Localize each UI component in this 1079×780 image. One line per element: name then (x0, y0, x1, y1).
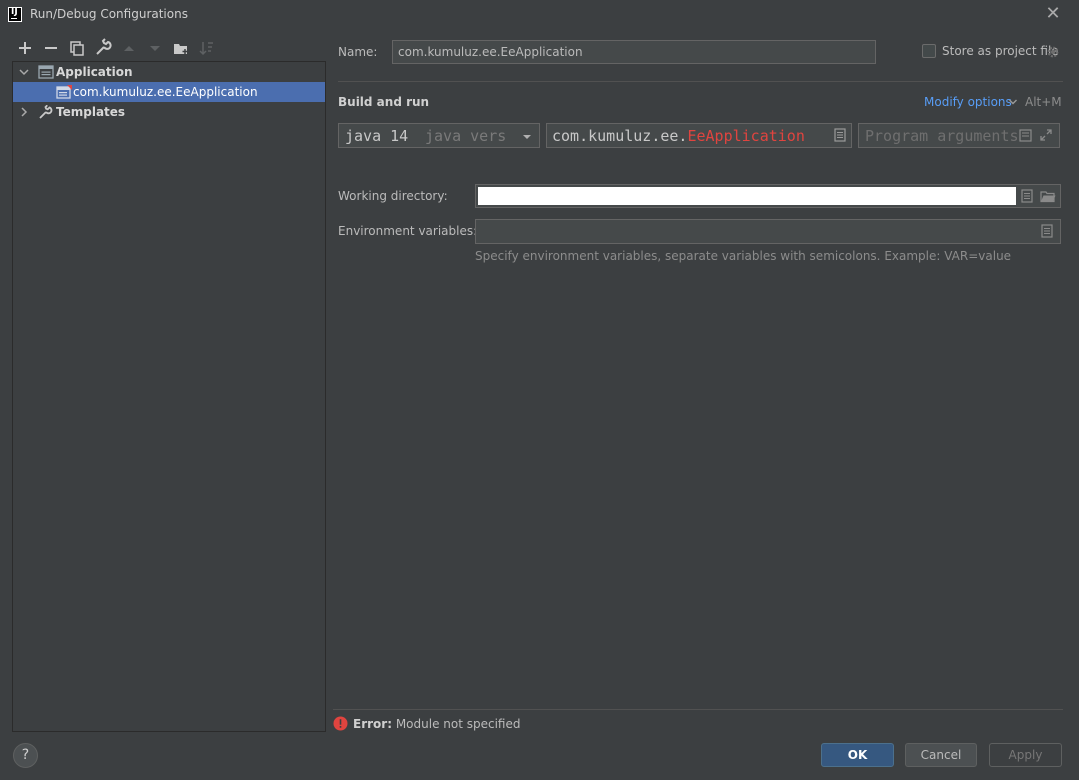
close-icon[interactable]: ✕ (1044, 4, 1062, 24)
intellij-app-icon: IJ (8, 7, 22, 22)
copy-icon[interactable] (67, 38, 87, 58)
browse-class-icon[interactable] (834, 128, 846, 142)
store-as-project-file-label[interactable]: Store as project file (942, 44, 1059, 58)
tree-item-templates-label: Templates (56, 105, 126, 119)
apply-button[interactable]: Apply (989, 743, 1062, 767)
add-icon[interactable] (15, 38, 35, 58)
environment-variables-label: Environment variables: (338, 224, 478, 238)
jre-combobox[interactable]: java 14 java vers (338, 123, 540, 148)
insert-macro-icon[interactable] (1021, 189, 1033, 203)
main-class-value: com.kumuluz.ee.EeApplication (552, 127, 832, 145)
error-prefix: Error: (353, 717, 392, 731)
working-directory-input[interactable] (478, 187, 1016, 205)
tree-item-application[interactable]: Application (13, 62, 325, 82)
error-status: Error: Module not specified (353, 717, 521, 731)
working-directory-label: Working directory: (338, 189, 448, 203)
wrench-icon[interactable] (93, 38, 113, 58)
name-label: Name: (338, 45, 378, 59)
tree-item-config-label: com.kumuluz.ee.EeApplication (73, 85, 258, 99)
sort-icon[interactable] (197, 38, 217, 58)
separator (333, 709, 1063, 710)
title-bar: IJ Run/Debug Configurations ✕ (0, 0, 1079, 30)
name-input-value: com.kumuluz.ee.EeApplication (398, 45, 583, 59)
folder-icon[interactable] (1040, 190, 1056, 203)
wrench-icon (38, 104, 54, 119)
chevron-down-icon[interactable] (18, 62, 30, 82)
edit-environment-variables-icon[interactable] (1041, 224, 1053, 238)
move-up-icon[interactable] (119, 38, 139, 58)
program-arguments-input[interactable]: Program arguments (858, 123, 1060, 148)
gear-icon[interactable] (1046, 45, 1060, 59)
jre-hint: java vers (425, 127, 507, 145)
move-down-icon[interactable] (145, 38, 165, 58)
working-directory-field (475, 184, 1061, 208)
help-button[interactable]: ? (13, 743, 38, 768)
insert-macro-icon[interactable] (1019, 128, 1033, 142)
main-class-package: com.kumuluz.ee. (552, 127, 688, 145)
build-and-run-title: Build and run (338, 95, 430, 109)
chevron-down-icon[interactable] (1008, 96, 1018, 108)
store-as-project-file-checkbox[interactable] (922, 44, 936, 58)
jre-value: java 14 (345, 127, 409, 145)
name-input[interactable]: com.kumuluz.ee.EeApplication (392, 40, 876, 64)
error-icon (333, 716, 348, 731)
new-folder-icon[interactable] (171, 38, 191, 58)
application-config-error-icon (56, 85, 72, 99)
error-message: Module not specified (395, 717, 521, 731)
configuration-tree: Application com.kumuluz.ee.EeApplication… (12, 61, 326, 732)
ok-button[interactable]: OK (821, 743, 894, 767)
window-title: Run/Debug Configurations (30, 7, 188, 21)
tree-item-application-label: Application (56, 65, 133, 79)
chevron-right-icon[interactable] (18, 102, 30, 122)
cancel-button[interactable]: Cancel (905, 743, 977, 767)
expand-icon[interactable] (1039, 128, 1053, 142)
main-class-unresolved: EeApplication (687, 127, 805, 145)
separator (338, 81, 1063, 82)
tree-item-templates[interactable]: Templates (13, 102, 325, 122)
modify-options-shortcut: Alt+M (1025, 95, 1062, 109)
dropdown-arrow-icon[interactable] (521, 131, 533, 141)
application-icon (38, 65, 54, 79)
tree-item-config[interactable]: com.kumuluz.ee.EeApplication (13, 82, 325, 102)
working-directory-value (478, 189, 481, 203)
main-class-input[interactable]: com.kumuluz.ee.EeApplication (546, 123, 852, 148)
environment-variables-hint: Specify environment variables, separate … (475, 249, 1012, 263)
modify-options-link[interactable]: Modify options (924, 95, 1012, 109)
environment-variables-input[interactable] (475, 219, 1061, 244)
program-arguments-placeholder: Program arguments (865, 127, 1019, 145)
remove-icon[interactable] (41, 38, 61, 58)
